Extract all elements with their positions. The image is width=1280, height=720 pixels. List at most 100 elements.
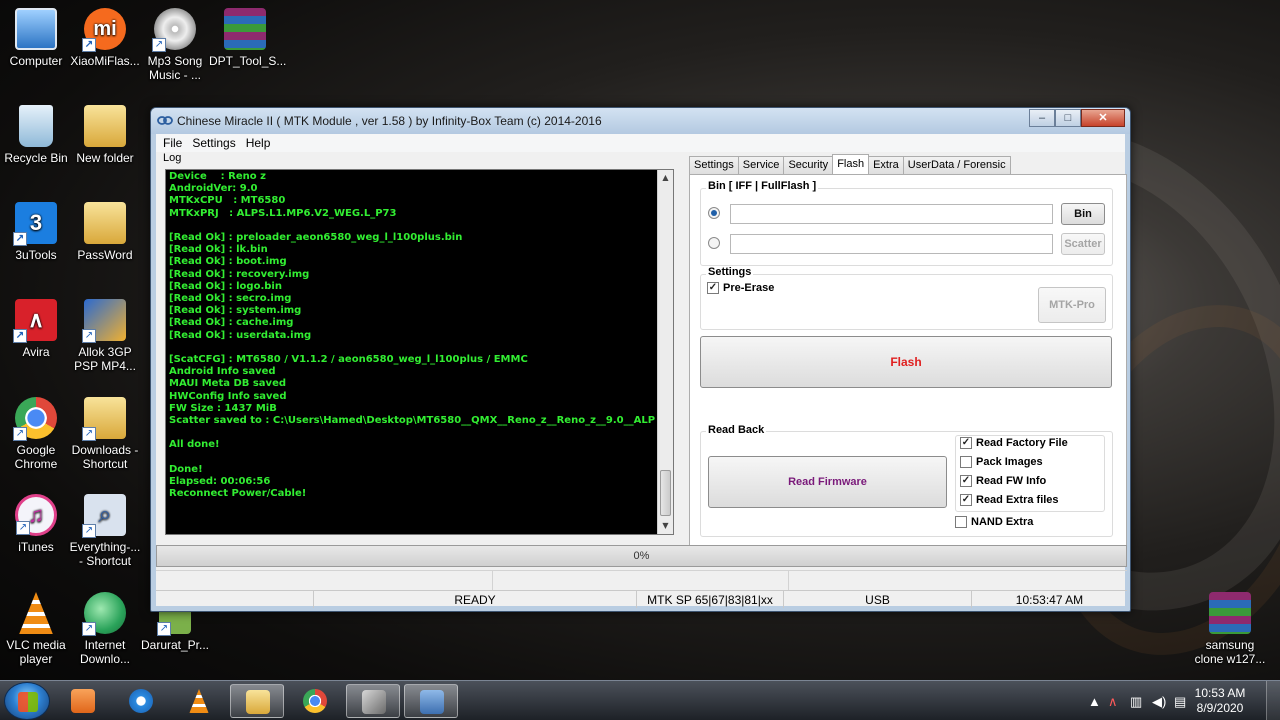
film-icon: ↗	[82, 299, 126, 343]
desktop-icon-xiaomi[interactable]: mi ↗ XiaoMiFlas...	[69, 8, 141, 68]
menu-file[interactable]: File	[158, 134, 187, 152]
computer-icon	[15, 8, 57, 50]
3utools-icon: 3 ↗	[13, 202, 57, 246]
desktop-icon-itunes[interactable]: ♫ ↗ iTunes	[0, 494, 72, 554]
app-logo-icon	[157, 116, 173, 125]
scroll-down-icon[interactable]: ▼	[658, 518, 673, 534]
tab-security[interactable]: Security	[783, 156, 834, 174]
read-extra-files-label: Read Extra files	[976, 494, 1059, 506]
read-factory-file-checkbox[interactable]: ✓ Read Factory File	[960, 437, 1068, 449]
read-fw-info-checkbox[interactable]: ✓ Read FW Info	[960, 475, 1046, 487]
taskbar-clock[interactable]: 10:53 AM 8/9/2020	[1190, 686, 1250, 716]
progress-bar: 0%	[156, 545, 1127, 567]
pack-images-checkbox[interactable]: Pack Images	[960, 456, 1043, 468]
taskbar-chrome[interactable]	[288, 684, 342, 718]
internet-explorer-icon	[129, 689, 153, 713]
scroll-thumb[interactable]	[660, 470, 671, 516]
status-time: 10:53:47 AM	[1015, 593, 1084, 607]
desktop-icon-dpt[interactable]: DPT_Tool_S...	[209, 8, 286, 68]
desktop-icon-vlc[interactable]: VLC media player	[0, 592, 72, 666]
desktop-icon-avira[interactable]: ∧ ↗ Avira	[0, 299, 72, 359]
pre-erase-checkbox[interactable]: ✓ Pre-Erase	[707, 282, 774, 294]
taskbar-tool[interactable]	[346, 684, 400, 718]
desktop-icon-3utools[interactable]: 3 ↗ 3uTools	[0, 202, 72, 262]
mtk-app-icon	[420, 690, 444, 714]
flash-button[interactable]: Flash	[700, 336, 1112, 388]
tab-settings[interactable]: Settings	[689, 156, 739, 174]
tab-userdata-forensic[interactable]: UserData / Forensic	[902, 156, 1011, 174]
nand-extra-checkbox[interactable]: NAND Extra	[955, 516, 1033, 528]
read-extra-files-checkbox[interactable]: ✓ Read Extra files	[960, 494, 1059, 506]
close-button[interactable]: ✕	[1081, 109, 1125, 127]
desktop-icon-everything[interactable]: ⌕ ↗ Everything-... - Shortcut	[69, 494, 141, 568]
desktop-icon-idm[interactable]: ↗ Internet Downlo...	[69, 592, 141, 666]
chrome-icon: ↗	[13, 397, 57, 441]
log-line: [Read Ok] : cache.img	[169, 317, 294, 329]
log-scrollbar[interactable]: ▲ ▼	[657, 170, 673, 534]
scatter-button[interactable]: Scatter	[1061, 233, 1105, 255]
scroll-up-icon[interactable]: ▲	[658, 170, 673, 186]
scatter-path-field[interactable]	[730, 234, 1053, 254]
taskbar-vlc[interactable]	[172, 684, 226, 718]
avira-tray-icon[interactable]: ∧	[1108, 694, 1118, 710]
window-titlebar[interactable]: Chinese Miracle II ( MTK Module , ver 1.…	[151, 108, 1130, 134]
tab-service[interactable]: Service	[737, 156, 785, 174]
tab-extra[interactable]: Extra	[868, 156, 904, 174]
maximize-button[interactable]: □	[1055, 109, 1081, 127]
bin-group-label: Bin [ IFF | FullFlash ]	[706, 180, 819, 192]
desktop-icon-label: VLC media player	[6, 638, 66, 666]
taskbar-mtk-app[interactable]	[404, 684, 458, 718]
menu-bar: File Settings Help	[156, 134, 1125, 152]
taskbar-internet-explorer[interactable]	[114, 684, 168, 718]
start-button[interactable]	[4, 682, 50, 720]
folder-icon	[84, 105, 126, 147]
read-back-group-label: Read Back	[706, 424, 767, 436]
system-tray: ▲ ∧ ▥ ◀) ▤ 10:53 AM 8/9/2020	[1080, 681, 1280, 720]
desktop-icon-password[interactable]: PassWord	[69, 202, 141, 262]
desktop-icon-allok[interactable]: ↗ Allok 3GP PSP MP4...	[69, 299, 141, 373]
bin-button[interactable]: Bin	[1061, 203, 1105, 225]
log-line: Device : Reno z	[169, 171, 266, 182]
desktop-icon-recycle-bin[interactable]: Recycle Bin	[0, 105, 72, 165]
log-line: MTKxPRJ : ALPS.L1.MP6.V2_WEG.L_P73	[169, 207, 397, 219]
windows-logo-icon	[18, 692, 38, 712]
idm-icon: ↗	[82, 592, 126, 636]
info-cell	[789, 571, 1127, 590]
minimize-button[interactable]: –	[1029, 109, 1055, 127]
menu-settings[interactable]: Settings	[187, 134, 240, 152]
read-factory-file-label: Read Factory File	[976, 437, 1068, 449]
log-line: Scatter saved to : C:\Users\Hamed\Deskto…	[169, 415, 655, 427]
read-firmware-button[interactable]: Read Firmware	[708, 456, 947, 508]
desktop-icon-computer[interactable]: Computer	[0, 8, 72, 68]
desktop-icon-new-folder[interactable]: New folder	[69, 105, 141, 165]
desktop-icon-mp3[interactable]: ↗ Mp3 Song Music - ...	[139, 8, 211, 82]
scatter-radio[interactable]	[708, 237, 720, 249]
taskbar-explorer[interactable]	[230, 684, 284, 718]
tab-flash[interactable]: Flash	[832, 154, 870, 174]
desktop-icon-samsung[interactable]: samsung clone w127...	[1194, 592, 1266, 666]
vlc-icon	[19, 592, 53, 634]
clock-time: 10:53 AM	[1194, 686, 1246, 700]
volume-icon[interactable]: ◀)	[1152, 694, 1166, 710]
cd-icon: ↗	[152, 8, 196, 52]
info-bar	[156, 570, 1127, 590]
show-desktop-button[interactable]	[1266, 681, 1280, 720]
taskbar-media-player[interactable]	[56, 684, 110, 718]
mtk-pro-button[interactable]: MTK-Pro	[1038, 287, 1106, 323]
desktop-icon-label: Darurat_Pr...	[140, 638, 210, 652]
recycle-bin-icon	[19, 105, 53, 147]
desktop-icon-label: Avira	[22, 345, 50, 359]
network-icon[interactable]: ▥	[1130, 694, 1142, 710]
bin-path-field[interactable]	[730, 204, 1053, 224]
menu-help[interactable]: Help	[241, 134, 276, 152]
bin-radio[interactable]	[708, 207, 720, 219]
search-icon: ⌕ ↗	[82, 494, 126, 538]
desktop-icon-downloads[interactable]: ↗ Downloads - Shortcut	[69, 397, 141, 471]
keyboard-icon[interactable]: ▤	[1174, 694, 1186, 710]
tray-expand-icon[interactable]: ▲	[1088, 694, 1101, 709]
itunes-icon: ♫ ↗	[15, 494, 57, 536]
desktop-icon-chrome[interactable]: ↗ Google Chrome	[0, 397, 72, 471]
